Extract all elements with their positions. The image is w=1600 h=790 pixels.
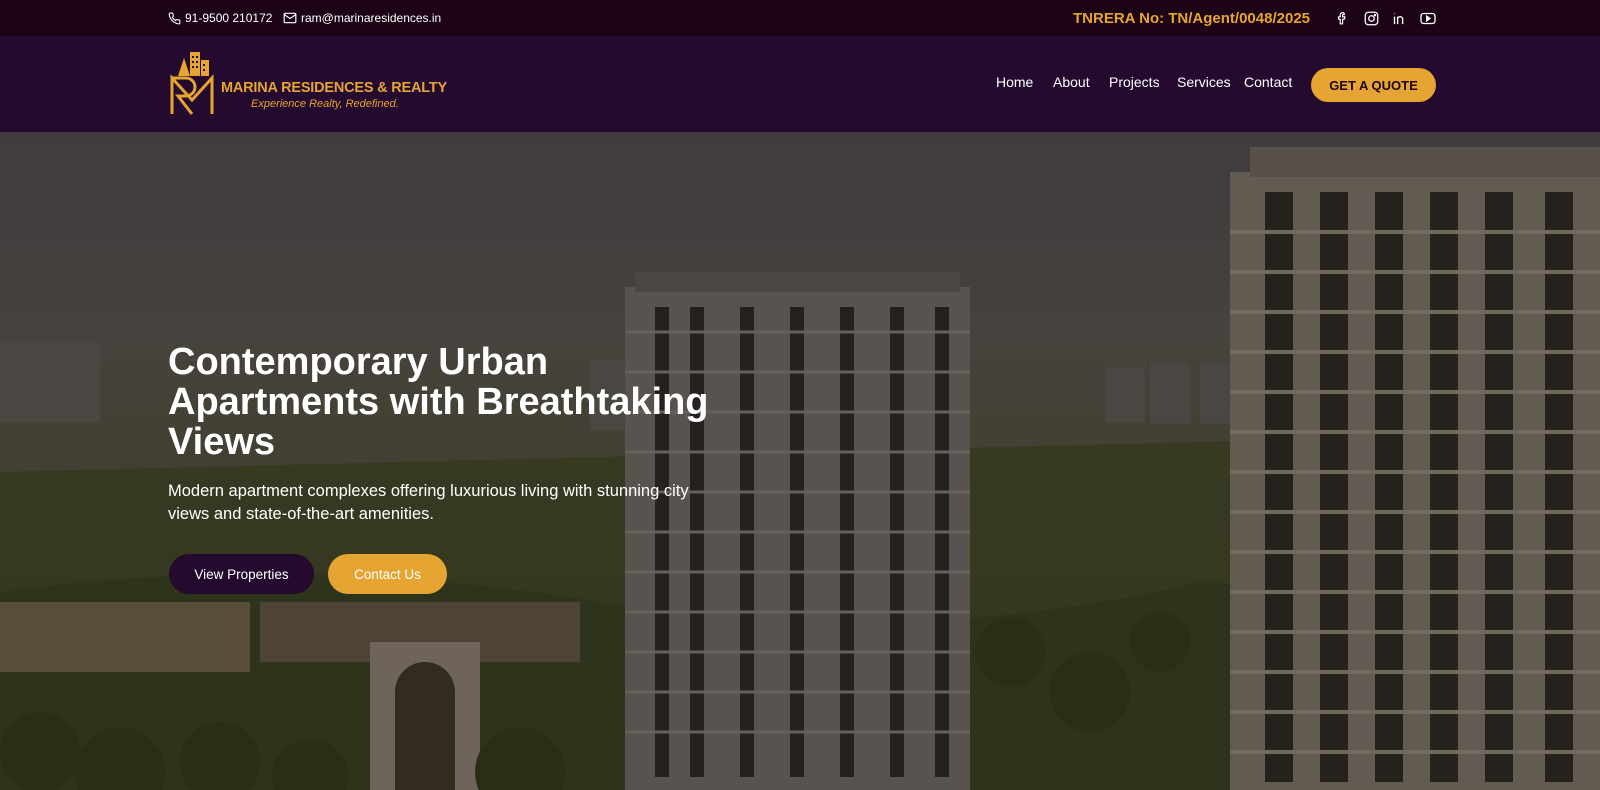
phone-number: 91-9500 210172 — [185, 11, 273, 25]
email-address: ram@marinaresidences.in — [301, 11, 442, 25]
phone-contact[interactable]: 91-9500 210172 — [168, 0, 272, 36]
facebook-icon[interactable] — [1332, 8, 1352, 28]
site-header: MARINA RESIDENCES & REALTY Experience Re… — [0, 36, 1600, 132]
logo-title: MARINA RESIDENCES & REALTY — [221, 80, 448, 96]
nav-home[interactable]: Home — [996, 72, 1033, 92]
youtube-icon[interactable] — [1418, 8, 1438, 28]
top-bar: 91-9500 210172 ram@marinaresidences.in T… — [0, 0, 1600, 36]
hero-title: Contemporary Urban Apartments with Breat… — [168, 341, 709, 463]
hero-section: Contemporary Urban Apartments with Breat… — [0, 132, 1600, 790]
mail-icon — [283, 12, 297, 24]
contact-us-button[interactable]: Contact Us — [328, 554, 447, 594]
logo-tagline: Experience Realty, Redefined. — [251, 98, 399, 110]
hero-subtitle: Modern apartment complexes offering luxu… — [168, 482, 689, 523]
nav-services[interactable]: Services — [1177, 72, 1231, 92]
nav-contact[interactable]: Contact — [1244, 72, 1292, 92]
phone-icon — [168, 12, 181, 24]
instagram-icon[interactable] — [1361, 8, 1381, 28]
email-contact[interactable]: ram@marinaresidences.in — [283, 0, 441, 36]
logo-emblem-icon — [170, 52, 214, 115]
nav-about[interactable]: About — [1053, 72, 1090, 92]
brand-logo[interactable]: MARINA RESIDENCES & REALTY Experience Re… — [168, 48, 447, 118]
rera-number: TNRERA No: TN/Agent/0048/2025 — [1073, 9, 1310, 27]
linkedin-icon[interactable] — [1389, 8, 1409, 28]
get-a-quote-button[interactable]: GET A QUOTE — [1311, 68, 1436, 102]
view-properties-button[interactable]: View Properties — [169, 554, 314, 594]
nav-projects[interactable]: Projects — [1109, 72, 1160, 92]
